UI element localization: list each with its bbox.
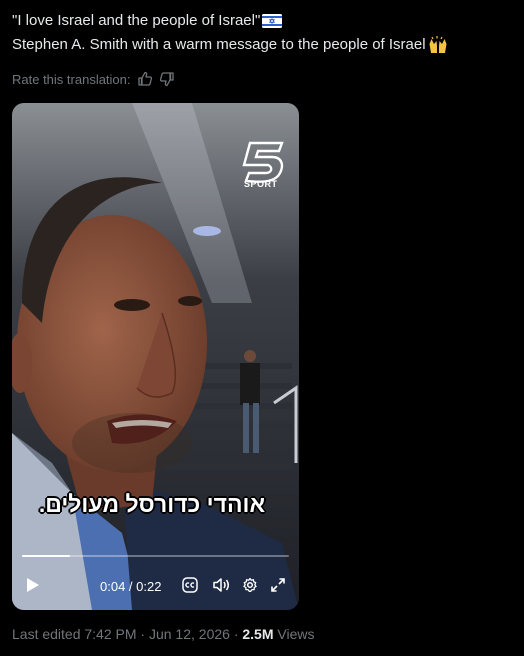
volume-icon[interactable] bbox=[212, 577, 230, 593]
settings-icon[interactable] bbox=[242, 577, 258, 593]
video-controls: 0:04 / 0:22 bbox=[12, 573, 299, 601]
video-caption: אוהדי כדורסל מעולים. bbox=[38, 491, 266, 517]
cut-off-header bbox=[12, 0, 252, 2]
fullscreen-icon[interactable] bbox=[270, 577, 286, 593]
play-icon[interactable] bbox=[26, 577, 40, 593]
logo-text: SPORT bbox=[244, 179, 278, 189]
views-count: 2.5M bbox=[242, 626, 274, 642]
tweet-text: "I love Israel and the people of Israel"… bbox=[12, 9, 517, 57]
israel-flag-icon bbox=[262, 14, 283, 28]
video-progress-fill bbox=[22, 555, 71, 557]
translation-rating: Rate this translation: bbox=[12, 69, 175, 89]
duration: 0:22 bbox=[136, 579, 162, 594]
thumbs-down-icon[interactable] bbox=[159, 71, 175, 87]
video-player[interactable]: SPORT אוהדי כדורסל מעולים. 0:04 / 0:22 bbox=[12, 103, 299, 610]
tweet-message: Stephen A. Smith with a warm message to … bbox=[12, 36, 426, 53]
views-label: Views bbox=[273, 626, 315, 642]
current-time: 0:04 bbox=[100, 579, 126, 594]
video-progress-bar[interactable] bbox=[22, 555, 289, 557]
time-separator: / bbox=[125, 579, 137, 594]
tweet-quote: "I love Israel and the people of Israel" bbox=[12, 12, 261, 29]
rate-translation-label: Rate this translation: bbox=[12, 71, 131, 87]
video-time: 0:04 / 0:22 bbox=[100, 579, 161, 594]
tweet-meta: Last edited 7:42 PM · Jun 12, 2026 · 2.5… bbox=[12, 626, 314, 642]
thumbs-up-icon[interactable] bbox=[137, 71, 153, 87]
tweet-line-1: "I love Israel and the people of Israel" bbox=[12, 9, 517, 33]
captions-icon[interactable] bbox=[182, 577, 198, 593]
last-edited[interactable]: Last edited 7:42 PM · Jun 12, 2026 · bbox=[12, 626, 242, 642]
tweet-line-2: Stephen A. Smith with a warm message to … bbox=[12, 33, 517, 57]
raising-hands-icon bbox=[428, 35, 448, 55]
sport5-logo: SPORT bbox=[244, 143, 284, 193]
